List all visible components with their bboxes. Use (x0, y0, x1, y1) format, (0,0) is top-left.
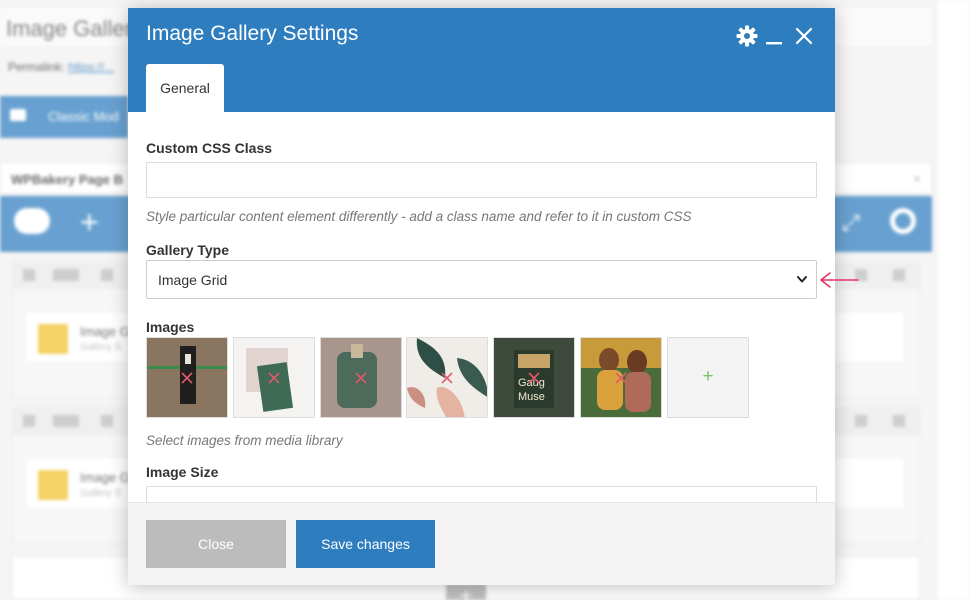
save-changes-button[interactable]: Save changes (296, 520, 435, 568)
remove-icon[interactable] (440, 371, 454, 385)
css-class-help: Style particular content element differe… (146, 209, 692, 224)
css-class-input[interactable] (146, 162, 817, 198)
gallery-type-select[interactable]: Image Grid (146, 260, 817, 299)
image-thumbnail[interactable] (580, 337, 662, 418)
image-thumbnail[interactable] (233, 337, 315, 418)
tab-general[interactable]: General (146, 64, 224, 112)
plus-icon: + (702, 366, 714, 387)
annotation-arrow-icon (820, 272, 859, 288)
modal-title: Image Gallery Settings (146, 22, 359, 45)
images-help: Select images from media library (146, 433, 343, 448)
image-size-label: Image Size (146, 464, 219, 480)
add-image-button[interactable]: + (667, 337, 749, 418)
gallery-type-label: Gallery Type (146, 242, 230, 258)
image-thumbnail[interactable]: Gaug Muse (493, 337, 575, 418)
thumb-text-2: Muse (518, 391, 545, 403)
image-thumbnail[interactable] (146, 337, 228, 418)
css-class-label: Custom CSS Class (146, 140, 273, 156)
image-thumbnail[interactable] (320, 337, 402, 418)
settings-modal: Image Gallery Settings General Custom CS… (128, 8, 835, 585)
image-thumbnail[interactable] (406, 337, 488, 418)
remove-icon[interactable] (354, 371, 368, 385)
modal-footer: Close Save changes (128, 502, 835, 585)
remove-icon[interactable] (614, 371, 628, 385)
minimize-icon[interactable] (762, 24, 786, 48)
chevron-down-icon (797, 276, 807, 283)
gallery-type-value: Image Grid (158, 272, 228, 288)
image-size-input[interactable] (146, 486, 817, 502)
close-icon[interactable] (792, 24, 816, 48)
close-button[interactable]: Close (146, 520, 286, 568)
remove-icon[interactable] (267, 371, 281, 385)
modal-header: Image Gallery Settings General (128, 8, 835, 112)
modal-body: Custom CSS Class Style particular conten… (128, 112, 835, 502)
gear-icon[interactable] (735, 24, 759, 48)
remove-icon[interactable] (180, 371, 194, 385)
remove-icon[interactable] (527, 371, 541, 385)
images-label: Images (146, 319, 195, 335)
